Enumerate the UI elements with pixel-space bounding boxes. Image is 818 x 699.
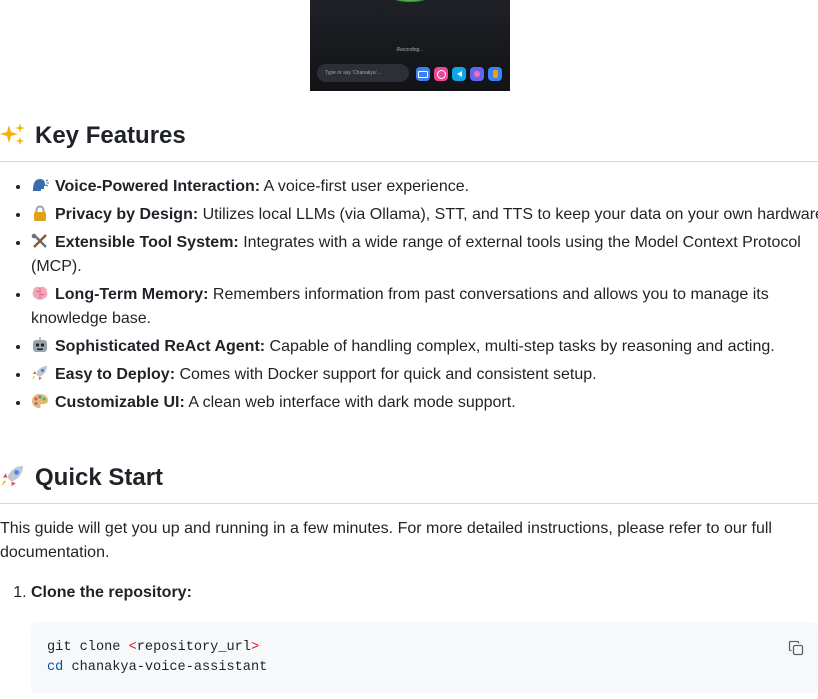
feature-title: Extensible Tool System: [55, 234, 239, 251]
key-features-heading-text: Key Features [35, 122, 186, 149]
step-item: Clone the repository: [31, 581, 818, 605]
rocket-icon [1, 465, 24, 487]
feature-title: Easy to Deploy: [55, 366, 176, 383]
feature-item-deploy: Easy to Deploy: Comes with Docker suppor… [31, 363, 818, 387]
voice-orb-glow [393, 0, 427, 2]
code-line-1: git clone <repository_url> [47, 640, 260, 655]
quick-start-heading-text: Quick Start [35, 464, 164, 491]
recording-status: Recording... [396, 47, 424, 53]
feature-item-privacy: Privacy by Design: Utilizes local LLMs (… [31, 203, 818, 227]
settings-icon [470, 67, 484, 81]
features-list: Voice-Powered Interaction: A voice-first… [0, 175, 818, 419]
sparkles-icon [0, 123, 25, 145]
palette-icon [32, 394, 48, 408]
feature-text: Capable of handling complex, multi-step … [265, 338, 775, 355]
hero-toolbar [416, 67, 502, 81]
readme-page: Recording... Type or say 'Chanakya'... K… [0, 0, 818, 699]
speaking-head-icon [33, 179, 49, 191]
feature-text: Utilizes local LLMs (via Ollama), STT, a… [198, 206, 818, 223]
feature-item-voice: Voice-Powered Interaction: A voice-first… [31, 175, 818, 199]
feature-title: Voice-Powered Interaction: [55, 178, 261, 195]
copy-button[interactable] [782, 634, 810, 662]
feature-item-ui: Customizable UI: A clean web interface w… [31, 391, 818, 415]
robot-icon [33, 337, 47, 352]
brain-icon [32, 286, 48, 300]
quick-start-intro: This guide will get you up and running i… [0, 520, 772, 561]
record-icon [434, 67, 448, 81]
code-line-2: cd chanakya-voice-assistant [47, 660, 268, 675]
quick-start-steps: Clone the repository: [0, 581, 818, 605]
copy-icon [788, 640, 804, 656]
feature-title: Privacy by Design: [55, 206, 199, 223]
volume-icon [452, 67, 466, 81]
feature-title: Customizable UI: [55, 394, 185, 411]
key-features-heading: Key Features [0, 121, 818, 162]
quick-start-heading: Quick Start [0, 463, 818, 504]
feature-title: Sophisticated ReAct Agent: [55, 338, 266, 355]
feature-text: A clean web interface with dark mode sup… [184, 394, 516, 411]
feature-text: A voice-first user experience. [260, 178, 470, 195]
code-block[interactable]: git clone <repository_url> cd chanakya-v… [31, 622, 818, 694]
hand-icon [488, 67, 502, 81]
feature-text: Comes with Docker support for quick and … [175, 366, 597, 383]
keyboard-icon [416, 67, 430, 81]
voice-input-field: Type or say 'Chanakya'... [317, 64, 409, 82]
feature-title: Long-Term Memory: [55, 286, 209, 303]
app-screenshot-image: Recording... Type or say 'Chanakya'... [310, 0, 510, 91]
feature-item-tools: Extensible Tool System: Integrates with … [31, 231, 818, 279]
lock-icon [34, 205, 46, 221]
step-title: Clone the repository: [31, 584, 192, 601]
rocket-icon [32, 366, 47, 380]
feature-item-agent: Sophisticated ReAct Agent: Capable of ha… [31, 335, 818, 359]
tools-icon [31, 233, 47, 248]
feature-item-memory: Long-Term Memory: Remembers information … [31, 283, 818, 331]
